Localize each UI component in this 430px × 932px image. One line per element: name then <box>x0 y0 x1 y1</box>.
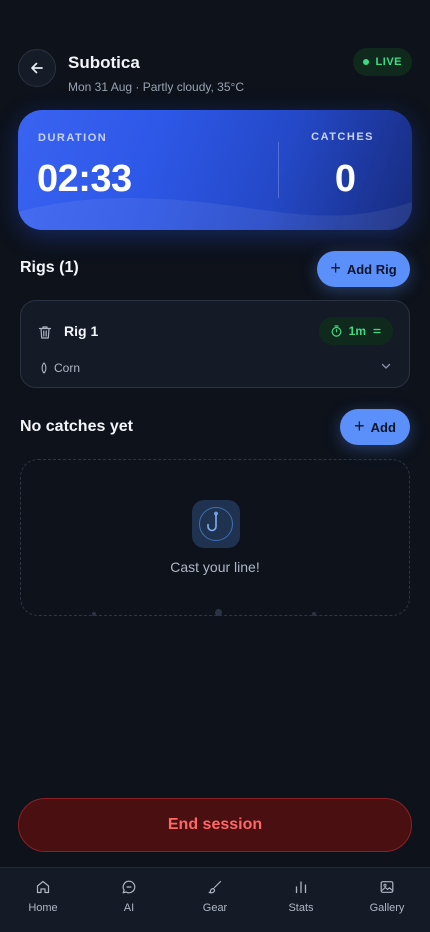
fishing-hook-icon <box>199 507 233 541</box>
plus-icon: + <box>354 416 365 436</box>
bait-icon <box>41 362 47 374</box>
stopwatch-icon <box>331 325 342 337</box>
menu-icon <box>373 328 381 334</box>
rig-timer-value: 1m <box>348 324 366 338</box>
nav-item-gear[interactable]: Gear <box>172 868 258 932</box>
decorative-dot <box>92 612 96 616</box>
trash-icon[interactable] <box>38 325 52 340</box>
catches-label: CATCHES <box>311 131 374 143</box>
page-title: Subotica <box>68 53 140 72</box>
fishing-session-screen: Subotica Mon 31 Aug · Partly cloudy, 35°… <box>0 0 430 932</box>
nav-item-gallery[interactable]: Gallery <box>344 868 430 932</box>
nav-item-ai[interactable]: AI <box>86 868 172 932</box>
back-button[interactable] <box>18 49 56 87</box>
hook-tile <box>192 500 240 548</box>
bottom-navigation: Home AI Gear Stats Gallery <box>0 867 430 932</box>
brush-icon <box>208 880 222 894</box>
add-rig-label: Add Rig <box>346 261 397 277</box>
rig-timer-badge[interactable]: 1m <box>318 317 393 345</box>
end-session-button[interactable]: End session <box>18 798 412 852</box>
empty-catches-placeholder: Cast your line! <box>20 459 410 616</box>
nav-label: Gear <box>202 902 228 914</box>
nav-label: Stats <box>288 902 314 914</box>
catches-section-title: No catches yet <box>20 418 133 435</box>
nav-item-stats[interactable]: Stats <box>258 868 344 932</box>
decorative-dot <box>312 612 316 616</box>
session-subtitle: Mon 31 Aug · Partly cloudy, 35°C <box>68 80 244 94</box>
catches-value: 0 <box>334 158 356 200</box>
home-icon <box>36 880 50 894</box>
add-catch-label: Add <box>370 419 396 435</box>
nav-label: AI <box>123 902 135 914</box>
add-catch-button[interactable]: + Add <box>340 409 410 445</box>
bar-chart-icon <box>295 881 307 894</box>
plus-icon: + <box>330 258 341 278</box>
duration-label: DURATION <box>38 132 108 144</box>
duration-value: 02:33 <box>37 158 132 200</box>
decorative-dot <box>215 609 222 616</box>
nav-label: Home <box>28 902 58 914</box>
live-label: LIVE <box>375 56 402 68</box>
chevron-down-icon[interactable] <box>381 363 391 370</box>
live-badge: LIVE <box>352 48 412 76</box>
chat-icon <box>122 880 136 894</box>
add-rig-button[interactable]: + Add Rig <box>317 251 410 287</box>
empty-catches-text: Cast your line! <box>170 559 260 575</box>
rig-name: Rig 1 <box>64 323 99 339</box>
nav-label: Gallery <box>369 902 405 914</box>
arrow-left-icon <box>31 62 43 74</box>
image-icon <box>380 881 394 893</box>
rig-card[interactable]: Rig 1 1m Corn <box>20 300 410 388</box>
rig-bait: Corn <box>54 361 81 375</box>
rigs-section-title: Rigs (1) <box>20 259 79 276</box>
stats-divider <box>278 142 279 198</box>
nav-item-home[interactable]: Home <box>0 868 86 932</box>
session-stats-card: DURATION 02:33 CATCHES 0 <box>18 110 412 230</box>
header: Subotica Mon 31 Aug · Partly cloudy, 35°… <box>18 47 412 97</box>
live-dot-icon <box>362 59 369 65</box>
